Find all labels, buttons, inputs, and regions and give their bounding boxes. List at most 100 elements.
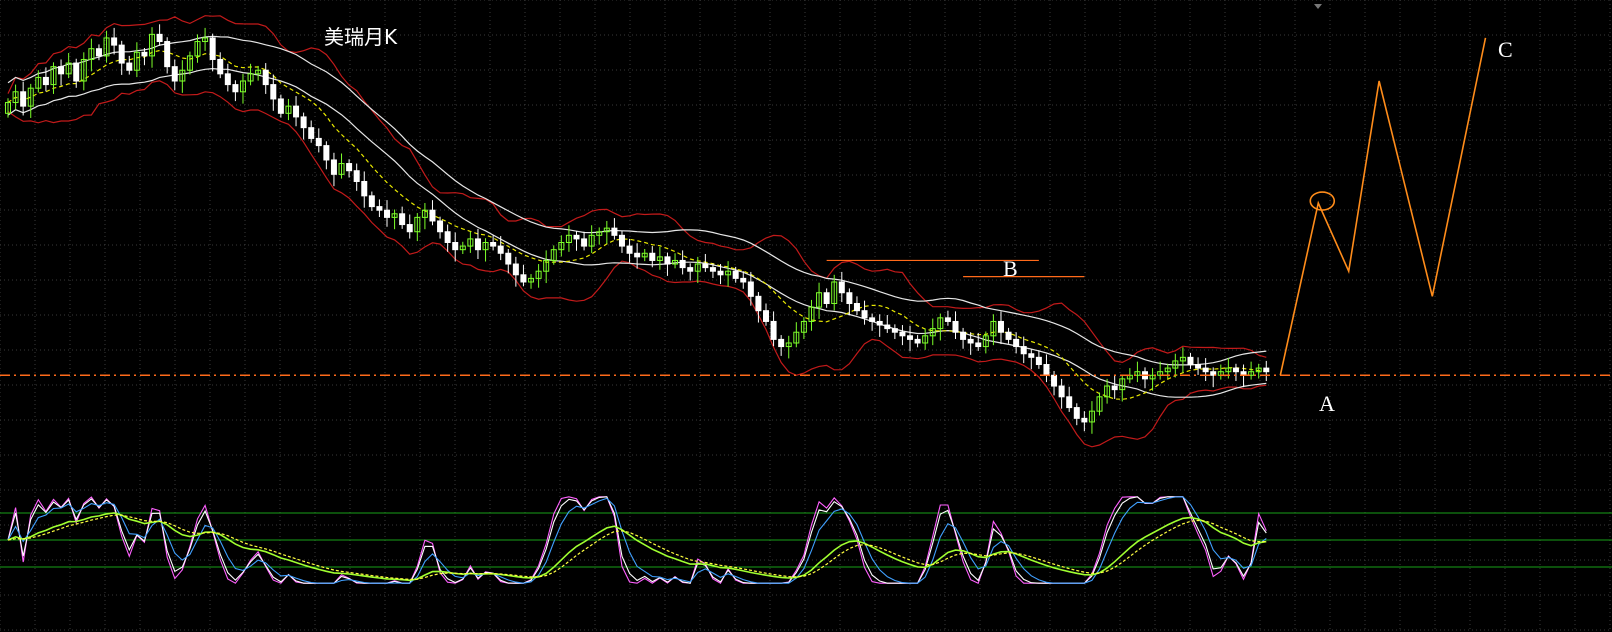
candle-body	[763, 310, 769, 322]
candle-body	[164, 41, 171, 68]
candle-body	[58, 66, 65, 75]
candle-body	[770, 320, 777, 340]
candle-body	[618, 234, 625, 247]
candle-body	[740, 277, 747, 283]
candle-body	[209, 37, 216, 60]
candle-body	[861, 310, 868, 319]
candle-body	[1035, 356, 1042, 366]
candle-body	[573, 234, 580, 240]
candle-body	[323, 145, 330, 161]
candle-body	[626, 245, 633, 254]
candle-body	[1020, 346, 1027, 355]
candle-body	[406, 224, 413, 233]
candle-body	[664, 256, 671, 265]
candle-body	[755, 295, 762, 312]
candle-body	[1263, 367, 1270, 373]
candle-body	[944, 317, 951, 322]
candle-body	[869, 317, 876, 322]
chart-root: 美瑞月K A B C	[0, 0, 1612, 632]
lower-white-band	[7, 67, 1267, 398]
projected-wave	[1279, 37, 1487, 376]
candle-body	[20, 91, 27, 107]
candle-body	[444, 231, 451, 243]
candle-body	[611, 227, 618, 236]
candles	[5, 24, 1270, 434]
candle-body	[907, 335, 914, 340]
upper-red-band	[7, 15, 1267, 364]
candle-body	[490, 242, 497, 247]
wave-path	[1279, 37, 1487, 376]
candle-body	[520, 274, 527, 283]
candle-body	[1005, 331, 1012, 340]
candle-body	[361, 180, 368, 197]
candle-body	[474, 238, 481, 251]
candle-body	[838, 281, 845, 294]
candle-body	[952, 320, 959, 333]
candle-body	[1187, 356, 1194, 366]
candle-body	[1111, 385, 1118, 391]
candle-body	[876, 320, 883, 326]
candle-body	[95, 48, 102, 57]
candle-body	[1043, 364, 1050, 376]
chart-title: 美瑞月K	[324, 25, 398, 49]
oscillator-panel	[0, 496, 1612, 584]
candle-body	[778, 338, 785, 348]
candle-body	[399, 213, 406, 226]
candle-body	[118, 44, 125, 64]
candle-body	[1073, 407, 1080, 419]
candle-body	[1081, 417, 1088, 423]
candle-body	[914, 338, 921, 344]
candle-body	[353, 170, 360, 182]
yellow-moving-average	[7, 49, 1267, 400]
candle-body	[1051, 374, 1058, 387]
candle-body	[171, 66, 178, 82]
candle-body	[330, 159, 337, 175]
candle-body	[505, 252, 512, 265]
candlestick-chart: 美瑞月K A B C	[0, 0, 1612, 632]
candle-body	[732, 270, 739, 279]
candle-body	[747, 281, 754, 297]
candle-body	[437, 220, 444, 233]
candle-body	[649, 252, 656, 261]
candle-body	[270, 84, 277, 100]
candle-body	[899, 331, 906, 337]
candle-body	[960, 331, 967, 340]
candle-body	[709, 267, 716, 272]
candle-body	[702, 263, 709, 269]
candle-body	[308, 127, 315, 139]
candle-body	[277, 98, 284, 114]
candle-body	[315, 137, 322, 147]
candle-body	[891, 328, 898, 333]
candle-body	[853, 303, 860, 312]
candle-body	[300, 116, 307, 129]
candle-body	[156, 33, 163, 43]
candle-body	[581, 238, 588, 247]
labels: 美瑞月K A B C	[324, 25, 1513, 416]
candle-body	[846, 292, 853, 305]
candle-body	[111, 37, 118, 46]
candle-body	[376, 206, 383, 211]
candle-body	[42, 76, 49, 86]
candle-body	[512, 263, 519, 276]
candle-body	[141, 51, 148, 57]
candle-body	[1066, 396, 1073, 409]
candle-body	[1202, 367, 1209, 373]
candle-body	[368, 195, 375, 208]
candle-body	[262, 69, 269, 86]
candle-body	[1058, 385, 1065, 398]
candle-body	[634, 252, 641, 258]
candle-body	[384, 209, 390, 218]
candle-body	[1028, 353, 1035, 358]
candle-body	[717, 270, 724, 276]
candle-body	[1195, 364, 1202, 369]
candle-body	[967, 338, 974, 344]
candle-body	[687, 267, 694, 272]
candle-body	[429, 209, 436, 222]
candle-body	[346, 163, 353, 172]
grid	[0, 0, 1612, 632]
moving-average-bands	[7, 15, 1267, 448]
candle-body	[126, 62, 133, 71]
candle-body	[679, 259, 686, 269]
candle-body	[975, 342, 982, 348]
candle-body	[452, 242, 459, 251]
